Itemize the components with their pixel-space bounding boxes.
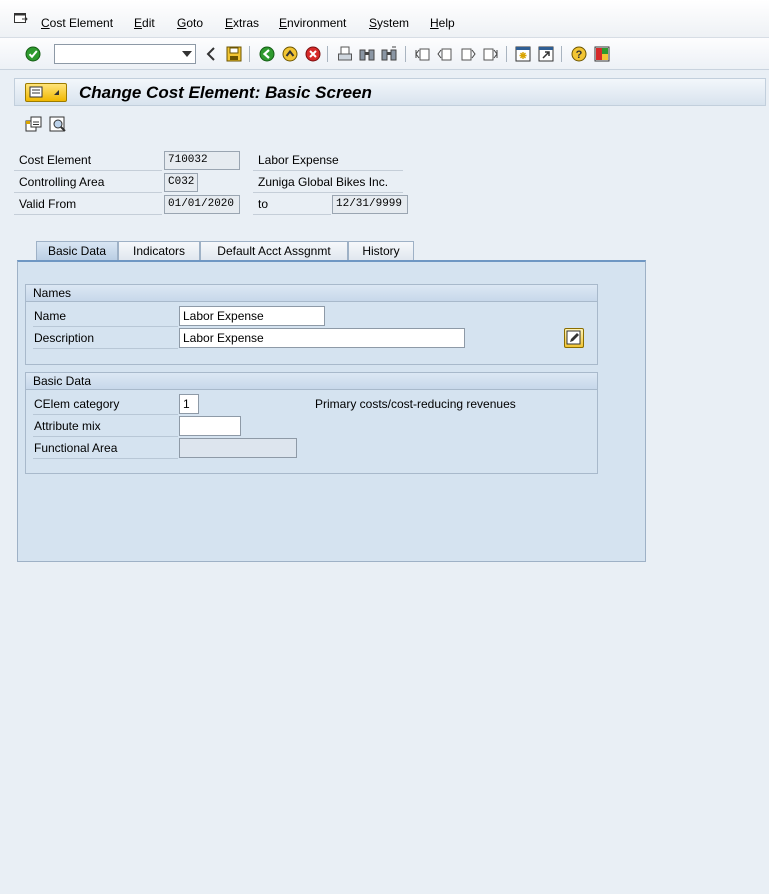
exit-icon[interactable] (281, 45, 298, 62)
edit-text-button[interactable] (564, 328, 584, 348)
menu-cost-element[interactable]: Cost Element (41, 16, 113, 30)
menu-toggle-button[interactable] (25, 83, 67, 102)
menu-edit[interactable]: Edit (134, 16, 155, 30)
basic-data-group-title: Basic Data (26, 373, 597, 390)
shortcut-icon[interactable] (537, 45, 554, 62)
cancel-icon[interactable] (304, 45, 321, 62)
display-change-icon[interactable] (49, 116, 67, 137)
name-label: Name (33, 307, 178, 327)
help-icon[interactable]: ? (570, 45, 587, 62)
menu-extras[interactable]: Extras (225, 16, 259, 30)
toolbar-separator (327, 46, 328, 62)
cost-element-label: Cost Element (14, 151, 162, 171)
tab-history[interactable]: History (348, 241, 414, 261)
description-input[interactable]: Labor Expense (179, 328, 465, 348)
tab-default-acct-assgnmt[interactable]: Default Acct Assgnmt (200, 241, 348, 261)
menu-help[interactable]: Help (430, 16, 455, 30)
green-back-icon[interactable] (258, 45, 275, 62)
tab-indicators[interactable]: Indicators (118, 241, 200, 261)
first-page-icon[interactable] (414, 45, 431, 62)
system-menu-icon[interactable] (14, 13, 28, 25)
screen-title-bar: Change Cost Element: Basic Screen (14, 78, 766, 106)
names-group: Names Name Labor Expense Description Lab… (25, 284, 598, 365)
toolbar-separator (405, 46, 406, 62)
cost-element-text: Labor Expense (253, 151, 403, 171)
basic-data-group: Basic Data CElem category 1 Primary cost… (25, 372, 598, 474)
enter-icon[interactable] (24, 45, 41, 62)
valid-from-field[interactable]: 01/01/2020 (164, 195, 240, 214)
toolbar-separator (506, 46, 507, 62)
standard-toolbar: ? (0, 38, 769, 70)
toolbar-separator (249, 46, 250, 62)
next-page-icon[interactable] (459, 45, 476, 62)
functional-area-label: Functional Area (33, 439, 178, 459)
name-input[interactable]: Labor Expense (179, 306, 325, 326)
menu-system[interactable]: System (369, 16, 409, 30)
menubar: Cost Element Edit Goto Extras Environmen… (0, 0, 769, 38)
functional-area-input (179, 438, 297, 458)
toolbar-separator (561, 46, 562, 62)
cost-element-category-input[interactable]: 1 (179, 394, 199, 414)
controlling-area-text: Zuniga Global Bikes Inc. (253, 173, 403, 193)
attribute-mix-input[interactable] (179, 416, 241, 436)
controlling-area-field[interactable]: C032 (164, 173, 198, 192)
pencil-icon (566, 330, 581, 345)
page-title: Change Cost Element: Basic Screen (79, 83, 372, 102)
to-label: to (253, 195, 331, 215)
menu-environment[interactable]: Environment (279, 16, 346, 30)
customize-layout-icon[interactable] (593, 45, 610, 62)
last-page-icon[interactable] (481, 45, 498, 62)
other-cost-element-icon[interactable] (25, 116, 43, 137)
previous-page-icon[interactable] (436, 45, 453, 62)
back-icon[interactable] (202, 45, 219, 62)
chevron-down-icon[interactable] (182, 51, 192, 57)
cost-element-category-label: CElem category (33, 395, 178, 415)
find-next-icon[interactable] (380, 45, 397, 62)
find-icon[interactable] (358, 45, 375, 62)
controlling-area-label: Controlling Area (14, 173, 162, 193)
svg-text:?: ? (575, 49, 582, 61)
cost-element-field[interactable]: 710032 (164, 151, 240, 170)
tab-basic-data[interactable]: Basic Data (36, 241, 118, 261)
menu-goto[interactable]: Goto (177, 16, 203, 30)
valid-to-field[interactable]: 12/31/9999 (332, 195, 408, 214)
tab-panel-basic-data: Names Name Labor Expense Description Lab… (17, 260, 646, 562)
command-field[interactable] (54, 44, 196, 64)
create-session-icon[interactable] (514, 45, 531, 62)
print-icon[interactable] (336, 45, 353, 62)
cost-element-category-text: Primary costs/cost-reducing revenues (315, 397, 516, 411)
save-icon[interactable] (225, 45, 242, 62)
attribute-mix-label: Attribute mix (33, 417, 178, 437)
valid-from-label: Valid From (14, 195, 162, 215)
names-group-title: Names (26, 285, 597, 302)
description-label: Description (33, 329, 178, 349)
screen-menu-icon (29, 86, 59, 98)
